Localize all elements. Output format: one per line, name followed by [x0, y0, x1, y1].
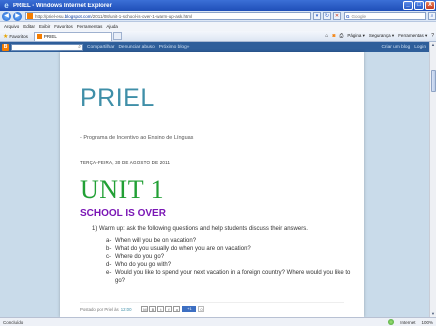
blogger-logo-icon[interactable]: B: [2, 43, 9, 51]
tab-label: PRIEL: [43, 34, 57, 39]
help-icon[interactable]: ?: [431, 33, 434, 39]
minimize-button[interactable]: _: [403, 1, 413, 10]
list-letter: d-: [106, 262, 112, 268]
unit-heading: UNIT 1: [80, 175, 165, 204]
post-time-link[interactable]: 12:00: [121, 307, 132, 312]
search-icon[interactable]: ⌕: [428, 12, 436, 20]
search-input[interactable]: G Google: [344, 12, 426, 20]
home-icon[interactable]: ⌂: [325, 33, 328, 39]
maximize-button[interactable]: □: [414, 1, 424, 10]
search-placeholder: Google: [351, 13, 367, 19]
google-plus-one-button[interactable]: +1: [182, 306, 197, 312]
list-text: Who do you go with?: [115, 262, 172, 268]
list-text: What do you usually do when you are on v…: [115, 246, 251, 252]
status-zone: Internet 100%: [382, 319, 433, 325]
tab-priel[interactable]: PRIEL: [33, 31, 112, 41]
link-criar-blog[interactable]: Criar um blog: [381, 45, 410, 50]
menu-ferramentas[interactable]: Ferramentas: [77, 24, 103, 29]
blog-description: - Programa de Incentivo ao Ensino de Lín…: [80, 135, 194, 141]
page-viewport: B ⌕ Compartilhar Denunciar abuso Próximo…: [0, 42, 429, 317]
orkut-icon[interactable]: o: [173, 306, 181, 312]
blogger-navbar: B ⌕ Compartilhar Denunciar abuso Próximo…: [0, 42, 429, 52]
zoom-level[interactable]: 100%: [421, 320, 433, 325]
stop-icon[interactable]: ✕: [333, 12, 341, 20]
globe-icon: [388, 319, 395, 325]
status-bar: Concluído Internet 100%: [0, 317, 436, 326]
search-icon[interactable]: ⌕: [78, 44, 81, 50]
new-tab-button[interactable]: [112, 32, 122, 40]
favorites-bar: ★ Favoritos PRIEL ⌂ ◙ ⎙ Página ▾ Seguran…: [0, 31, 436, 42]
window-title: PRIEL - Windows Internet Explorer: [13, 2, 112, 9]
scroll-up-arrow-icon[interactable]: ▲: [430, 42, 436, 48]
list-letter: a-: [106, 238, 112, 244]
blog-search-input[interactable]: ⌕: [11, 43, 83, 51]
command-pagina[interactable]: Página ▾: [347, 33, 365, 39]
list-item: d- Who do you go with?: [106, 261, 354, 269]
list-item: e- Would you like to spend your next vac…: [106, 269, 354, 285]
menu-exibir[interactable]: Exibir: [39, 24, 50, 29]
menu-favoritos[interactable]: Favoritos: [54, 24, 73, 29]
blog-content-card: PRIEL - Programa de Incentivo ao Ensino …: [60, 52, 364, 317]
favorites-label: Favoritos: [9, 33, 28, 39]
link-denunciar-abuso[interactable]: Denunciar abuso: [118, 45, 154, 50]
menu-ajuda[interactable]: Ajuda: [106, 24, 118, 29]
facebook-icon[interactable]: f: [165, 306, 173, 312]
star-icon: ★: [3, 33, 9, 40]
navbar-right: Criar um blog Login: [377, 45, 426, 50]
post-footer: Postado por Priel às 12:00 M B t f o +1 …: [80, 302, 344, 312]
scrollbar-thumb[interactable]: [431, 70, 436, 92]
blogger-favicon-icon: [36, 34, 42, 39]
list-letter: e-: [106, 270, 112, 276]
dropdown-arrow-icon[interactable]: ▾: [313, 12, 321, 20]
posted-by: Postado por Priel às: [80, 306, 119, 312]
list-text: When will you be on vacation?: [115, 238, 197, 244]
share-buttons: M B t f o: [141, 306, 181, 312]
zone-label: Internet: [400, 319, 416, 325]
menu-arquivo[interactable]: Arquivo: [4, 24, 19, 29]
vertical-scrollbar[interactable]: ▲ ▼: [429, 42, 436, 317]
menu-bar: Arquivo Editar Exibir Favoritos Ferramen…: [0, 22, 436, 31]
plus-one-count: 0: [198, 306, 205, 312]
twitter-icon[interactable]: t: [157, 306, 165, 312]
list-item: a- When will you be on vacation?: [106, 237, 354, 245]
blogger-favicon-icon: [27, 13, 33, 19]
blogthis-icon[interactable]: B: [149, 306, 157, 312]
link-login[interactable]: Login: [414, 45, 426, 50]
post-title: SCHOOL IS OVER: [80, 208, 166, 219]
post-date: TERÇA-FEIRA, 30 DE AGOSTO DE 2011: [80, 160, 171, 165]
close-button[interactable]: X: [425, 1, 435, 10]
command-bar: ⌂ ◙ ⎙ Página ▾ Segurança ▾ Ferramentas ▾…: [321, 33, 434, 39]
feeds-icon[interactable]: ◙: [332, 33, 335, 39]
list-text: Where do you go?: [115, 254, 165, 260]
back-arrow-icon[interactable]: ◀: [2, 11, 11, 21]
list-item: c- Where do you go?: [106, 253, 354, 261]
question-list: a- When will you be on vacation? b- What…: [106, 237, 354, 285]
status-text: Concluído: [3, 319, 24, 325]
list-letter: c-: [106, 254, 111, 260]
google-icon: G: [346, 13, 350, 19]
address-bar: ◀ ▶ http://priel-esu. blogspot.com/2011/0…: [0, 11, 436, 22]
blog-title[interactable]: PRIEL: [80, 84, 155, 113]
command-ferramentas[interactable]: Ferramentas ▾: [398, 33, 427, 39]
print-icon[interactable]: ⎙: [339, 33, 343, 39]
list-item: b- What do you usually do when you are o…: [106, 245, 354, 253]
email-icon[interactable]: M: [141, 306, 149, 312]
favorites-button[interactable]: ★ Favoritos: [3, 33, 28, 40]
url-host: blogspot.com: [64, 13, 92, 19]
forward-arrow-icon[interactable]: ▶: [13, 11, 22, 21]
post-body: 1) Warm up: ask the following questions …: [92, 225, 354, 285]
list-letter: b-: [106, 246, 112, 252]
link-compartilhar[interactable]: Compartilhar: [87, 45, 114, 50]
post-intro: 1) Warm up: ask the following questions …: [92, 226, 308, 232]
url-path: /2011/08/unit-1-school-is-over-1-warm-up…: [91, 13, 192, 19]
list-text: Would you like to spend your next vacati…: [115, 270, 351, 284]
menu-editar[interactable]: Editar: [23, 24, 35, 29]
link-proximo-blog[interactable]: Próximo blog»: [159, 45, 190, 50]
url-input[interactable]: http://priel-esu. blogspot.com/2011/08/un…: [25, 12, 311, 20]
refresh-icon[interactable]: ↻: [323, 12, 331, 20]
command-seguranca[interactable]: Segurança ▾: [369, 33, 394, 39]
internet-explorer-icon: e: [4, 1, 9, 10]
window-title-bar: e PRIEL - Windows Internet Explorer _ □ …: [0, 0, 436, 11]
url-prefix: http://priel-esu.: [35, 13, 65, 19]
